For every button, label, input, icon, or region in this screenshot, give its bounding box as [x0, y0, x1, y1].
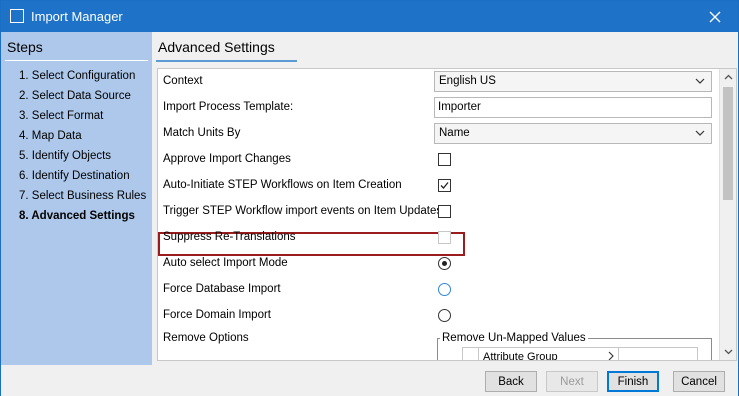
- step-select-business-rules[interactable]: 7. Select Business Rules: [19, 189, 146, 209]
- sidebar-divider: [5, 60, 148, 61]
- dialog-footer: Back Next Finish Cancel: [1, 365, 738, 396]
- force-database-import-radio[interactable]: [438, 283, 451, 296]
- match-units-by-dropdown[interactable]: Name: [434, 123, 712, 144]
- step-select-format[interactable]: 3. Select Format: [19, 109, 146, 129]
- chevron-down-icon: [724, 349, 732, 355]
- chevron-down-icon: [695, 130, 705, 136]
- force-database-import-label: Force Database Import: [163, 283, 281, 295]
- remove-unmapped-values-label: Remove Un-Mapped Values: [440, 332, 588, 344]
- import-manager-window: Import Manager Steps 1. Select Configura…: [0, 0, 739, 396]
- chevron-up-icon: [724, 74, 732, 80]
- match-units-by-value: Name: [439, 127, 470, 139]
- context-label: Context: [163, 75, 203, 87]
- chevron-down-icon: [695, 78, 705, 84]
- finish-button[interactable]: Finish: [607, 371, 659, 392]
- cancel-button[interactable]: Cancel: [673, 371, 725, 392]
- auto-initiate-checkbox[interactable]: [438, 179, 451, 192]
- approve-import-changes-checkbox[interactable]: [438, 153, 451, 166]
- context-value: English US: [439, 75, 496, 87]
- page-title: Advanced Settings: [158, 39, 275, 55]
- context-dropdown[interactable]: English US: [434, 71, 712, 92]
- import-process-template-field[interactable]: Importer: [434, 97, 712, 118]
- force-domain-import-label: Force Domain Import: [163, 309, 272, 321]
- table-header-label: Attribute Group: [483, 351, 558, 361]
- chevron-right-icon[interactable]: [607, 351, 615, 361]
- suppress-retranslations-label: Suppress Re-Translations: [163, 231, 296, 243]
- auto-initiate-label: Auto-Initiate STEP Workflows on Item Cre…: [163, 179, 402, 191]
- close-button[interactable]: [692, 1, 738, 32]
- table-checkbox-column[interactable]: [463, 348, 479, 360]
- force-domain-import-radio[interactable]: [438, 309, 451, 322]
- scroll-up-button[interactable]: [720, 69, 736, 85]
- page-title-underline: [156, 60, 297, 62]
- steps-list: 1. Select Configuration 2. Select Data S…: [19, 69, 146, 229]
- main-content: Advanced Settings Context English US Imp…: [152, 32, 738, 365]
- scroll-down-button[interactable]: [720, 344, 736, 360]
- next-button[interactable]: Next: [546, 371, 598, 392]
- step-select-configuration[interactable]: 1. Select Configuration: [19, 69, 146, 89]
- window-icon: [10, 9, 24, 23]
- trigger-events-checkbox[interactable]: [438, 205, 451, 218]
- step-identify-destination[interactable]: 6. Identify Destination: [19, 169, 146, 189]
- table-header-attribute-group[interactable]: Attribute Group: [479, 348, 619, 361]
- approve-import-changes-label: Approve Import Changes: [163, 153, 291, 165]
- suppress-retranslations-checkbox[interactable]: [438, 231, 451, 244]
- import-process-template-value: Importer: [438, 101, 481, 113]
- step-advanced-settings[interactable]: 8. Advanced Settings: [19, 209, 146, 229]
- match-units-by-label: Match Units By: [163, 127, 241, 139]
- remove-options-table: Attribute Group: [462, 347, 698, 361]
- auto-select-import-mode-radio[interactable]: [438, 257, 451, 270]
- step-map-data[interactable]: 4. Map Data: [19, 129, 146, 149]
- steps-sidebar: Steps 1. Select Configuration 2. Select …: [1, 32, 152, 365]
- step-identify-objects[interactable]: 5. Identify Objects: [19, 149, 146, 169]
- settings-panel: Context English US Import Process Templa…: [157, 68, 737, 361]
- vertical-scrollbar[interactable]: [719, 69, 736, 360]
- step-select-data-source[interactable]: 2. Select Data Source: [19, 89, 146, 109]
- import-process-template-label: Import Process Template:: [163, 101, 294, 113]
- scroll-thumb[interactable]: [723, 87, 733, 200]
- back-button[interactable]: Back: [485, 371, 537, 392]
- sidebar-title: Steps: [7, 39, 43, 55]
- window-title: Import Manager: [31, 9, 123, 24]
- checkmark-icon: [440, 182, 449, 189]
- close-icon: [709, 11, 721, 22]
- title-bar: Import Manager: [1, 1, 738, 32]
- remove-options-label: Remove Options: [163, 332, 249, 344]
- auto-select-import-mode-label: Auto select Import Mode: [163, 257, 288, 269]
- trigger-events-label: Trigger STEP Workflow import events on I…: [163, 205, 443, 217]
